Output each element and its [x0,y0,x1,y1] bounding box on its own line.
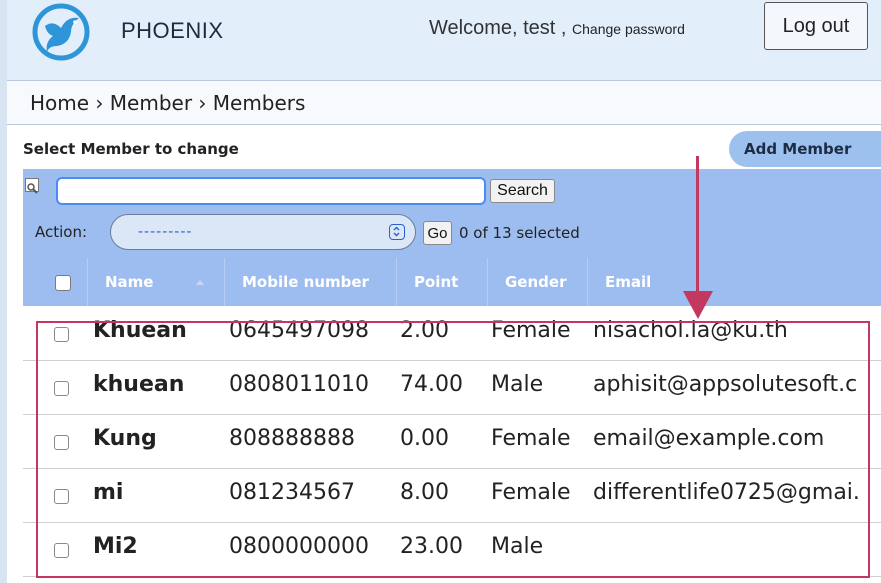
changelist-toolbar: Search Action: --------- Go 0 of 13 sele… [23,169,881,306]
point-cell: 2.00 [400,318,449,343]
email-cell: email@example.com [593,426,825,451]
search-button[interactable]: Search [490,179,555,203]
row-checkbox[interactable] [54,435,69,450]
logout-button[interactable]: Log out [764,2,868,50]
annotation-arrow-shaft [696,156,699,291]
column-point-label: Point [414,273,459,291]
mobile-cell: 0645497098 [229,318,369,343]
row-checkbox[interactable] [54,381,69,396]
column-email-label: Email [605,273,652,291]
breadcrumb-members: Members [212,91,306,115]
phoenix-bird-logo-icon[interactable] [31,2,91,62]
point-cell: 0.00 [400,426,449,451]
left-edge-strip [0,0,7,583]
column-header-point[interactable]: Point [396,258,487,306]
top-header: PHOENIX Welcome, test , Change password … [7,0,881,81]
search-input[interactable] [56,177,486,205]
column-mobile-label: Mobile number [242,273,369,291]
member-name-link[interactable]: Kung [93,426,157,451]
breadcrumb-separator: › [95,91,104,115]
action-select-value: --------- [138,224,193,240]
gender-cell: Female [491,426,571,451]
add-member-button[interactable]: Add Member [729,131,881,167]
table-row: Kung 808888888 0.00 Female email@example… [23,415,881,469]
point-cell: 23.00 [400,534,463,559]
row-checkbox[interactable] [54,489,69,504]
app-brand-name[interactable]: PHOENIX [121,18,224,44]
gender-cell: Male [491,372,544,397]
breadcrumb-member[interactable]: Member [110,91,192,115]
column-header-gender[interactable]: Gender [487,258,587,306]
member-name-link[interactable]: Khuean [93,318,187,343]
change-password-link[interactable]: Change password [572,21,685,37]
page-title: Select Member to change [23,140,239,158]
gender-cell: Male [491,534,544,559]
breadcrumb-bar: Home › Member › Members [7,81,881,125]
select-all-checkbox[interactable] [55,275,71,291]
go-button[interactable]: Go [423,221,452,245]
column-gender-label: Gender [505,273,567,291]
table-row: Mi2 0800000000 23.00 Male [23,523,881,577]
table-row: Khuean 0645497098 2.00 Female nisachol.l… [23,307,881,361]
table-header: Name Mobile number Point Gender Email [23,258,881,306]
annotation-arrow-head-icon [683,291,713,319]
row-checkbox[interactable] [54,327,69,342]
welcome-area: Welcome, test , Change password [429,17,685,40]
members-table-body: Khuean 0645497098 2.00 Female nisachol.l… [23,307,881,577]
mobile-cell: 808888888 [229,426,355,451]
email-cell: differentlife0725@gmai. [593,480,860,505]
gender-cell: Female [491,480,571,505]
table-row: mi 081234567 8.00 Female differentlife07… [23,469,881,523]
action-label: Action: [35,223,88,241]
breadcrumb-home[interactable]: Home [30,91,89,115]
gender-cell: Female [491,318,571,343]
sort-ascending-icon[interactable] [196,280,204,285]
breadcrumb-separator: › [198,91,207,115]
email-cell: nisachol.la@ku.th [593,318,788,343]
chevron-updown-icon [389,224,405,240]
action-select[interactable]: --------- [110,214,416,250]
mobile-cell: 0808011010 [229,372,369,397]
column-header-mobile[interactable]: Mobile number [224,258,396,306]
magnifier-icon [25,178,39,194]
member-name-link[interactable]: mi [93,480,123,505]
member-name-link[interactable]: Mi2 [93,534,138,559]
email-cell: aphisit@appsolutesoft.c [593,372,858,397]
mobile-cell: 081234567 [229,480,355,505]
column-header-email[interactable]: Email [587,258,881,306]
table-row: khuean 0808011010 74.00 Male aphisit@app… [23,361,881,415]
breadcrumb: Home › Member › Members [30,91,305,115]
point-cell: 74.00 [400,372,463,397]
point-cell: 8.00 [400,480,449,505]
selection-counter: 0 of 13 selected [459,224,580,242]
mobile-cell: 0800000000 [229,534,369,559]
welcome-text: Welcome, test , [429,17,567,39]
member-name-link[interactable]: khuean [93,372,184,397]
row-checkbox[interactable] [54,543,69,558]
column-name-label: Name [105,273,154,291]
